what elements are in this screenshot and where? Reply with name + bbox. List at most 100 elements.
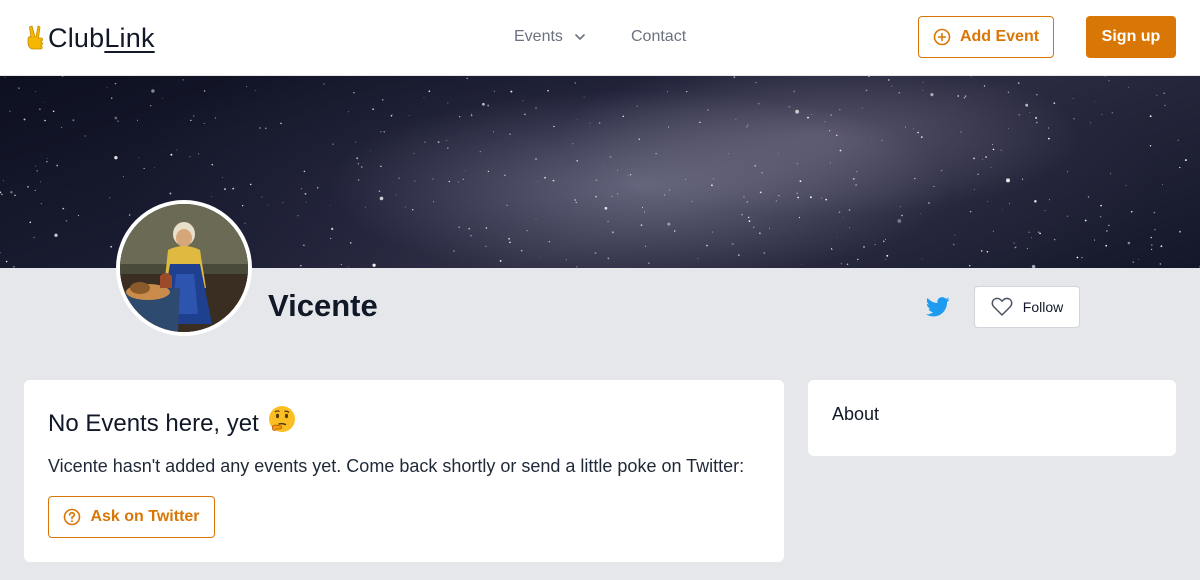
- events-empty-message: Vicente hasn't added any events yet. Com…: [48, 456, 745, 476]
- about-card: About: [808, 380, 1176, 456]
- star: [1047, 127, 1050, 129]
- star: [391, 114, 393, 116]
- star: [641, 207, 644, 209]
- star: [1108, 224, 1110, 226]
- star: [1153, 211, 1156, 214]
- star: [547, 90, 549, 92]
- clublink-logo[interactable]: ClubLink: [26, 20, 155, 56]
- star: [369, 150, 371, 152]
- star: [432, 178, 434, 180]
- star: [778, 195, 780, 197]
- star: [1018, 114, 1020, 116]
- star: [992, 143, 993, 145]
- star: [992, 148, 995, 151]
- star: [182, 79, 184, 81]
- star: [1002, 209, 1003, 210]
- twitter-icon[interactable]: [926, 296, 950, 318]
- star: [84, 135, 86, 137]
- star: [1006, 178, 1010, 183]
- star: [457, 181, 459, 183]
- star: [462, 178, 464, 180]
- star: [0, 252, 1, 254]
- star: [4, 76, 6, 78]
- star: [1026, 247, 1029, 250]
- star: [169, 192, 172, 195]
- star: [684, 178, 686, 180]
- add-event-button[interactable]: Add Event: [918, 16, 1054, 58]
- star: [378, 190, 381, 192]
- follow-button[interactable]: Follow: [974, 286, 1080, 328]
- star: [1127, 86, 1129, 88]
- star: [1035, 121, 1038, 124]
- star: [357, 163, 359, 165]
- star: [886, 254, 889, 257]
- star: [737, 254, 740, 256]
- star: [39, 108, 41, 110]
- star: [35, 165, 37, 167]
- star: [1066, 215, 1069, 217]
- star: [1164, 104, 1166, 107]
- star: [1014, 247, 1016, 249]
- star: [1108, 80, 1110, 82]
- star: [612, 231, 614, 234]
- star: [1161, 183, 1164, 186]
- star: [0, 191, 2, 194]
- star: [203, 90, 206, 92]
- star: [424, 141, 426, 143]
- star: [280, 122, 282, 125]
- victory-hand-icon: [27, 25, 43, 50]
- star: [1053, 102, 1056, 104]
- top-navbar: ClubLink Events Contact Add Event Sign u…: [0, 0, 1200, 76]
- star: [645, 245, 647, 247]
- star: [920, 136, 923, 138]
- star: [1007, 91, 1010, 94]
- star: [759, 191, 762, 194]
- star: [1028, 231, 1030, 233]
- star: [594, 252, 597, 254]
- star: [838, 211, 841, 214]
- nav-events-dropdown[interactable]: Events: [514, 26, 587, 48]
- events-card: No Events here, yet Vicente hasn't added…: [24, 380, 784, 562]
- star: [922, 81, 924, 83]
- star: [921, 258, 923, 260]
- star: [423, 97, 425, 99]
- star: [825, 198, 828, 201]
- star: [520, 249, 523, 252]
- star: [917, 131, 919, 134]
- star: [1073, 117, 1075, 120]
- star: [1044, 210, 1046, 212]
- star: [303, 170, 306, 173]
- star: [5, 260, 8, 263]
- star: [323, 83, 325, 85]
- star: [522, 100, 524, 102]
- nav-contact-link[interactable]: Contact: [631, 26, 686, 48]
- star: [970, 76, 972, 77]
- star: [763, 252, 766, 254]
- ask-on-twitter-button[interactable]: Ask on Twitter: [48, 496, 215, 538]
- star: [143, 167, 145, 169]
- star: [1160, 245, 1163, 248]
- star: [383, 130, 386, 133]
- star: [44, 119, 46, 122]
- star: [508, 237, 511, 240]
- thinking-face-icon: [267, 404, 297, 443]
- star: [552, 179, 555, 182]
- star: [264, 127, 267, 130]
- star: [1149, 115, 1152, 118]
- signup-button[interactable]: Sign up: [1086, 16, 1176, 58]
- plus-circle-icon: [933, 28, 951, 46]
- star: [332, 143, 334, 145]
- star: [1039, 232, 1041, 235]
- star: [9, 110, 11, 112]
- star: [203, 123, 205, 125]
- star: [499, 259, 502, 262]
- star: [830, 247, 832, 249]
- star: [761, 172, 763, 174]
- star: [23, 118, 26, 121]
- star: [986, 251, 989, 253]
- star: [536, 181, 538, 183]
- star: [728, 153, 729, 155]
- star: [2, 180, 4, 182]
- star: [809, 196, 812, 199]
- star: [1154, 229, 1156, 231]
